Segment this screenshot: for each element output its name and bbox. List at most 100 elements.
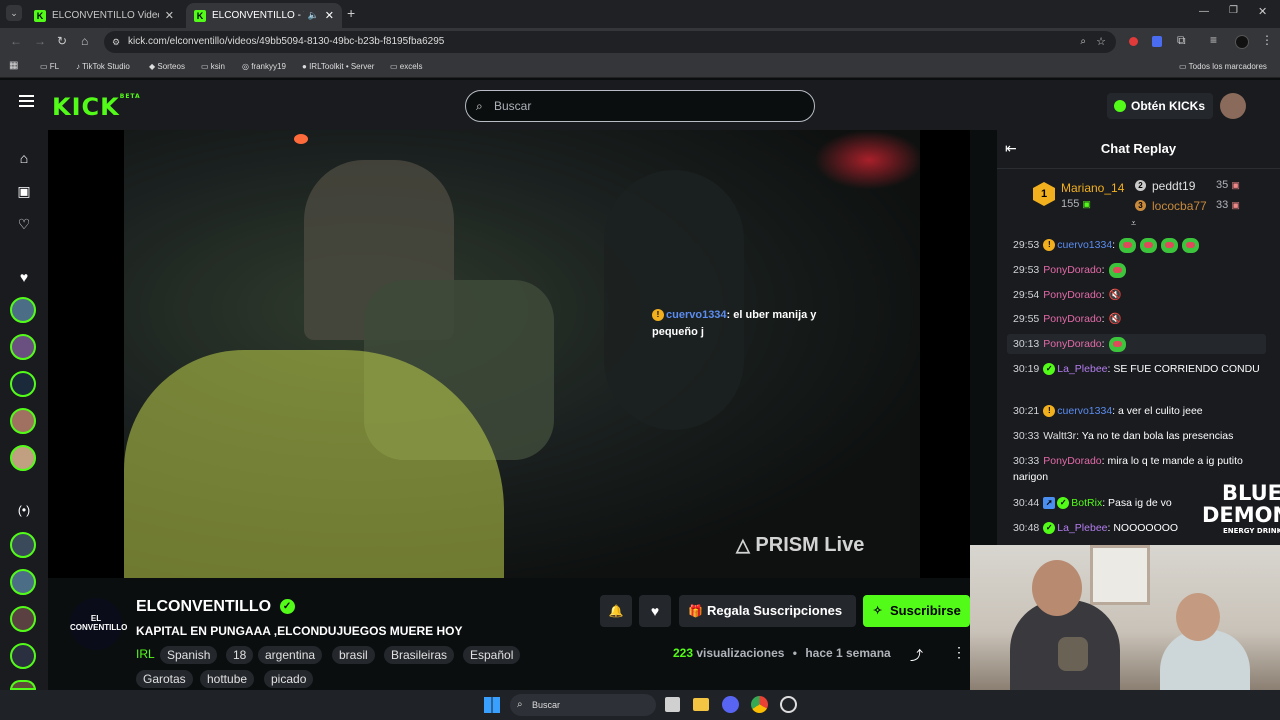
taskbar-search-input[interactable]: ⌕ Buscar bbox=[510, 694, 656, 716]
message-username[interactable]: cuervo1334 bbox=[1057, 239, 1112, 251]
subscribe-button[interactable]: ✧ Suscribirse bbox=[863, 595, 970, 627]
expand-leaderboard-icon[interactable]: ⩡ bbox=[1131, 218, 1136, 229]
bookmark-irltoolkit[interactable]: ● IRLToolkit • Server bbox=[302, 62, 374, 71]
tag-18[interactable]: 18 bbox=[226, 646, 254, 664]
following-heart-icon[interactable]: ♡ bbox=[14, 214, 34, 234]
extension-icon-red[interactable] bbox=[1129, 37, 1138, 46]
user-avatar[interactable] bbox=[1220, 93, 1246, 119]
message-username[interactable]: La_Plebee bbox=[1057, 522, 1107, 534]
tag-picado[interactable]: picado bbox=[264, 670, 314, 688]
media-icon[interactable]: ≡ bbox=[1210, 33, 1217, 47]
tag-hottube[interactable]: hottube bbox=[200, 670, 255, 688]
leader-1-name[interactable]: Mariano_14 bbox=[1061, 181, 1124, 195]
tag-garotas[interactable]: Garotas bbox=[136, 670, 193, 688]
message-username[interactable]: PonyDorado bbox=[1043, 264, 1101, 276]
leader-2-name[interactable]: peddt19 bbox=[1152, 179, 1195, 193]
message-username[interactable]: BotRix bbox=[1071, 497, 1102, 509]
close-icon[interactable]: ✕ bbox=[325, 9, 334, 22]
leader-2-value: 35 ▣ bbox=[1216, 179, 1240, 191]
followed-channel-avatar[interactable] bbox=[10, 445, 36, 471]
message-time: 29:55 bbox=[1013, 313, 1040, 325]
tag-spanish[interactable]: Spanish bbox=[160, 646, 218, 664]
gift-label: Regala Suscripciones bbox=[707, 603, 843, 618]
browse-icon[interactable]: ▣ bbox=[14, 181, 34, 201]
windows-start-icon[interactable] bbox=[484, 697, 500, 713]
follow-heart-button[interactable]: ♥ bbox=[639, 595, 671, 627]
video-player[interactable]: ! cuervo1334: el uber manija y pequeño j … bbox=[48, 130, 970, 578]
close-window-button[interactable]: ✕ bbox=[1258, 5, 1267, 18]
followed-channel-avatar[interactable] bbox=[10, 297, 36, 323]
site-info-icon[interactable]: ⚙ bbox=[112, 31, 120, 53]
video-frame[interactable]: ! cuervo1334: el uber manija y pequeño j … bbox=[124, 130, 920, 578]
message-username[interactable]: cuervo1334 bbox=[1057, 405, 1112, 417]
share-icon[interactable]: ⤴ bbox=[910, 645, 923, 664]
search-input[interactable]: ⌕ Buscar bbox=[465, 90, 815, 122]
home-icon[interactable]: ⌂ bbox=[81, 34, 88, 48]
recommended-channel-avatar[interactable] bbox=[10, 606, 36, 632]
tag-brasil[interactable]: brasil bbox=[332, 646, 375, 664]
speaker-icon[interactable]: 🔈 bbox=[308, 10, 319, 21]
followed-channel-avatar[interactable] bbox=[10, 334, 36, 360]
channel-name[interactable]: ELCONVENTILLO ✓ bbox=[136, 598, 297, 616]
leader-3-name[interactable]: lococba77 bbox=[1152, 199, 1207, 213]
tag-brasileiras[interactable]: Brasileiras bbox=[384, 646, 455, 664]
tab-menu-button[interactable]: ⌄ bbox=[6, 5, 22, 21]
task-view-icon[interactable] bbox=[665, 697, 680, 712]
recommended-channel-avatar[interactable] bbox=[10, 680, 36, 690]
bookmark-frankyy19[interactable]: ◎ frankyy19 bbox=[242, 62, 286, 71]
gift-subscriptions-button[interactable]: 🎁 Regala Suscripciones bbox=[679, 595, 856, 627]
message-time: 30:44 bbox=[1013, 497, 1040, 509]
file-explorer-icon[interactable] bbox=[693, 698, 709, 711]
message-username[interactable]: PonyDorado bbox=[1043, 455, 1101, 467]
tag-espanol[interactable]: Español bbox=[463, 646, 521, 664]
zoom-icon[interactable]: ⌕ bbox=[1080, 31, 1086, 53]
discord-icon[interactable] bbox=[722, 696, 739, 713]
bookmark-star-icon[interactable]: ☆ bbox=[1096, 31, 1106, 53]
notifications-bell-button[interactable]: 🔔 bbox=[600, 595, 632, 627]
followed-channel-avatar[interactable] bbox=[10, 408, 36, 434]
message-username[interactable]: PonyDorado bbox=[1043, 313, 1101, 325]
browser-tab-1[interactable]: K ELCONVENTILLO Videos - Watch ✕ bbox=[26, 3, 182, 28]
reload-icon[interactable]: ↻ bbox=[57, 34, 67, 48]
extension-icon-shield[interactable] bbox=[1152, 36, 1162, 47]
bookmark-all[interactable]: ▭ Todos los marcadores bbox=[1179, 62, 1267, 71]
tag-argentina[interactable]: argentina bbox=[258, 646, 323, 664]
extensions-puzzle-icon[interactable]: ⧉ bbox=[1177, 33, 1186, 48]
recommended-channel-avatar[interactable] bbox=[10, 643, 36, 669]
message-time: 30:19 bbox=[1013, 363, 1040, 375]
bookmark-sorteos[interactable]: ◆ Sorteos bbox=[149, 62, 185, 71]
home-icon[interactable]: ⌂ bbox=[14, 148, 34, 168]
bookmark-ksin[interactable]: ▭ ksin bbox=[201, 62, 225, 71]
views-count: 223 visualizaciones • hace 1 semana bbox=[673, 646, 891, 660]
bookmark-tiktok-studio[interactable]: ♪ TikTok Studio bbox=[76, 62, 130, 71]
close-icon[interactable]: ✕ bbox=[165, 9, 174, 22]
message-username[interactable]: La_Plebee bbox=[1057, 363, 1107, 375]
followed-channel-avatar[interactable] bbox=[10, 371, 36, 397]
back-icon[interactable]: ← bbox=[10, 34, 22, 48]
new-tab-button[interactable]: + bbox=[347, 5, 355, 21]
more-options-icon[interactable]: ⋮ bbox=[952, 644, 966, 661]
category-link[interactable]: IRL bbox=[136, 647, 155, 661]
browser-menu-icon[interactable]: ⋮ bbox=[1261, 33, 1273, 47]
chrome-icon[interactable] bbox=[751, 696, 768, 713]
recommended-channel-avatar[interactable] bbox=[10, 569, 36, 595]
address-bar-input[interactable]: ⚙ kick.com/elconventillo/videos/49bb5094… bbox=[104, 31, 1116, 53]
bookmark-excels[interactable]: ▭ excels bbox=[390, 62, 422, 71]
app-icon[interactable] bbox=[780, 696, 797, 713]
minimize-button[interactable]: — bbox=[1199, 6, 1209, 17]
profile-avatar[interactable] bbox=[1235, 35, 1249, 49]
hamburger-menu-icon[interactable] bbox=[19, 95, 34, 107]
get-kicks-button[interactable]: Obtén KICKs bbox=[1107, 93, 1213, 119]
message-username[interactable]: Waltt3r bbox=[1043, 430, 1076, 442]
message-username[interactable]: PonyDorado bbox=[1043, 289, 1101, 301]
browser-tab-2[interactable]: K ELCONVENTILLO - Watch E 🔈 ✕ bbox=[186, 3, 342, 28]
channel-avatar[interactable]: EL CONVENTILLO bbox=[70, 598, 127, 650]
maximize-button[interactable]: ❐ bbox=[1229, 5, 1238, 16]
apps-grid-icon[interactable]: ▦ bbox=[9, 60, 18, 71]
bookmark-fl[interactable]: ▭ FL bbox=[40, 62, 59, 71]
kick-logo[interactable]: KICKBETA bbox=[52, 93, 141, 121]
overlay-username: cuervo1334 bbox=[666, 309, 727, 321]
message-username[interactable]: PonyDorado bbox=[1043, 338, 1101, 350]
forward-icon[interactable]: → bbox=[34, 34, 46, 48]
recommended-channel-avatar[interactable] bbox=[10, 532, 36, 558]
